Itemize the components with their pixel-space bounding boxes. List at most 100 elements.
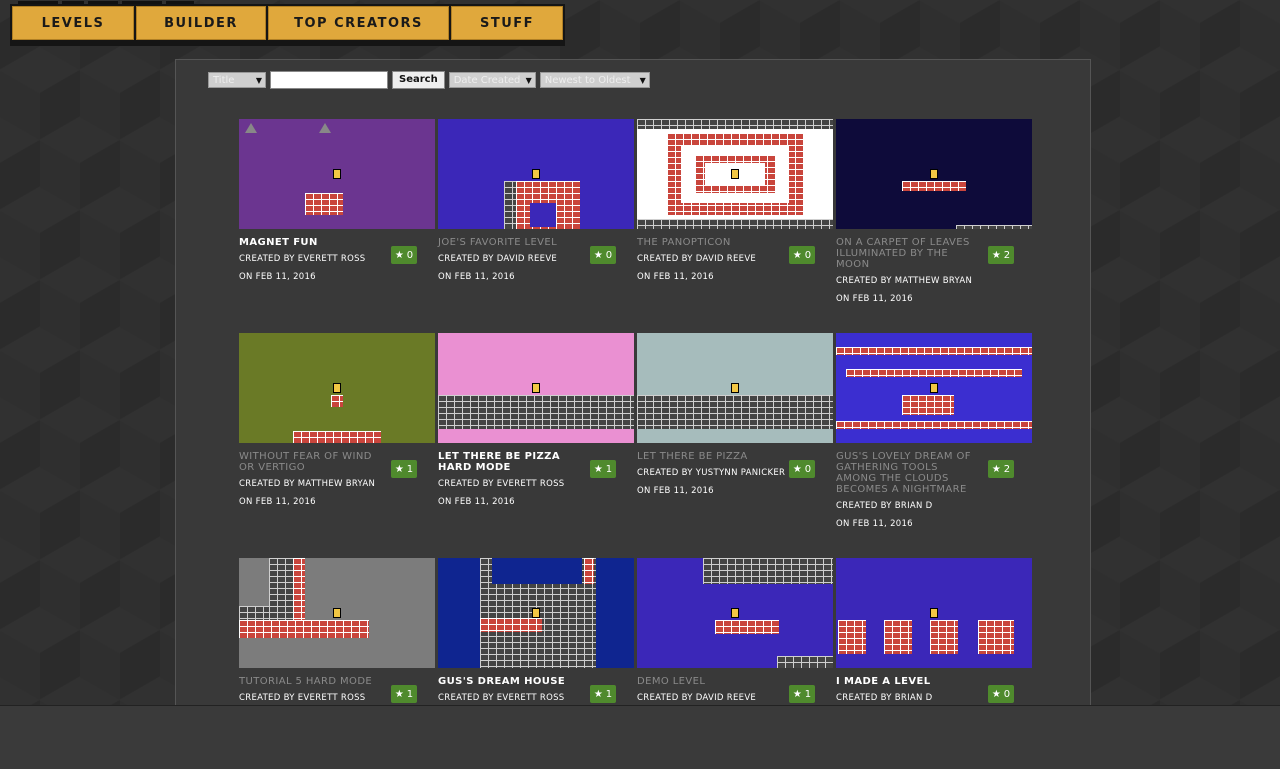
level-thumbnail[interactable] [438,558,634,668]
star-badge[interactable]: ★ 1 [590,460,616,478]
star-count: 0 [804,463,812,475]
level-card[interactable]: JOE'S FAVORITE LEVEL CREATED BY DAVID RE… [438,119,634,282]
level-card[interactable]: TUTORIAL 5 HARD MODE CREATED BY EVERETT … [239,558,435,703]
level-card[interactable]: GUS'S DREAM HOUSE CREATED BY EVERETT ROS… [438,558,634,703]
star-badge[interactable]: ★ 0 [391,246,417,264]
level-thumbnail[interactable] [836,333,1032,443]
star-badge[interactable]: ★ 0 [590,246,616,264]
star-badge[interactable]: ★ 0 [988,685,1014,703]
level-thumbnail[interactable] [239,119,435,229]
brick-block [846,369,1022,377]
stone-block [637,219,833,229]
chevron-down-icon: ▼ [639,76,646,85]
sort-by-select[interactable]: Date Created ▼ [448,72,536,88]
star-badge[interactable]: ★ 0 [789,246,815,264]
level-thumbnail[interactable] [836,119,1032,229]
stone-block [438,395,634,429]
level-thumbnail[interactable] [438,119,634,229]
level-thumbnail[interactable] [239,333,435,443]
level-date: ON FEB 11, 2016 [637,272,714,282]
stone-block [777,656,833,668]
brick-block [239,620,369,638]
stone-block [637,119,833,129]
level-title[interactable]: DEMO LEVEL [637,676,782,687]
star-badge[interactable]: ★ 1 [391,685,417,703]
level-card[interactable]: LET THERE BE PIZZA CREATED BY YUSTYNN PA… [637,333,833,496]
levels-panel: Title ▼ Search Date Created ▼ Newest to … [175,59,1091,719]
stone-block [703,558,833,584]
search-field-select[interactable]: Title ▼ [208,72,266,88]
level-creator[interactable]: CREATED BY EVERETT ROSS [438,479,634,489]
level-title[interactable]: GUS'S LOVELY DREAM OF GATHERING TOOLS AM… [836,451,981,495]
level-title[interactable]: I MADE A LEVEL [836,676,981,687]
level-title[interactable]: WITHOUT FEAR OF WIND OR VERTIGO [239,451,384,473]
nav-top-creators[interactable]: TOP CREATORS [268,6,449,40]
spike-icon [319,123,331,133]
star-count: 0 [804,249,812,261]
player-sprite [333,383,341,393]
brick-block [584,558,594,584]
brick-block [293,558,305,620]
star-badge[interactable]: ★ 1 [391,460,417,478]
nav-builder[interactable]: BUILDER [136,6,266,40]
stone-block [956,225,1032,229]
level-thumbnail[interactable] [637,119,833,229]
level-thumbnail[interactable] [239,558,435,668]
level-thumbnail[interactable] [836,558,1032,668]
stone-block [239,606,269,620]
star-icon: ★ [394,463,404,475]
brick-block [838,620,866,654]
level-card[interactable]: ON A CARPET OF LEAVES ILLUMINATED BY THE… [836,119,1032,304]
level-thumbnail[interactable] [637,333,833,443]
level-card[interactable]: GUS'S LOVELY DREAM OF GATHERING TOOLS AM… [836,333,1032,529]
player-sprite [731,383,739,393]
brick-block [480,618,542,632]
star-icon: ★ [593,463,603,475]
brick-block [715,620,779,634]
level-card[interactable]: DEMO LEVEL CREATED BY DAVID REEVE ★ 1 [637,558,833,703]
level-title[interactable]: THE PANOPTICON [637,237,782,248]
search-button[interactable]: Search [392,71,445,89]
level-card[interactable]: MAGNET FUN CREATED BY EVERETT ROSS ON FE… [239,119,435,282]
level-title[interactable]: GUS'S DREAM HOUSE [438,676,583,687]
level-date: ON FEB 11, 2016 [239,497,316,507]
star-badge[interactable]: ★ 2 [988,246,1014,264]
level-card[interactable]: I MADE A LEVEL CREATED BY BRIAN D ★ 0 [836,558,1032,703]
level-card[interactable]: LET THERE BE PIZZA HARD MODE CREATED BY … [438,333,634,507]
star-badge[interactable]: ★ 1 [590,685,616,703]
star-badge[interactable]: ★ 0 [789,460,815,478]
star-count: 0 [406,249,414,261]
level-card[interactable]: THE PANOPTICON CREATED BY DAVID REEVE ON… [637,119,833,282]
star-icon: ★ [394,249,404,261]
level-creator[interactable]: CREATED BY BRIAN D [836,501,1032,511]
footer-bar [0,705,1280,769]
brick-block [930,620,958,654]
level-title[interactable]: TUTORIAL 5 HARD MODE [239,676,384,687]
level-creator[interactable]: CREATED BY MATTHEW BRYAN [239,479,435,489]
level-title[interactable]: JOE'S FAVORITE LEVEL [438,237,583,248]
player-sprite [532,383,540,393]
spike-icon [245,123,257,133]
star-icon: ★ [792,463,802,475]
star-icon: ★ [593,249,603,261]
star-badge[interactable]: ★ 1 [789,685,815,703]
level-title[interactable]: LET THERE BE PIZZA [637,451,782,462]
sort-order-select-value: Newest to Oldest [544,75,631,86]
brick-block [836,421,1032,429]
level-thumbnail[interactable] [637,558,833,668]
stone-block [504,181,516,229]
brick-block [978,620,1014,654]
search-input[interactable] [270,71,388,89]
level-card[interactable]: WITHOUT FEAR OF WIND OR VERTIGO CREATED … [239,333,435,507]
level-thumbnail[interactable] [438,333,634,443]
level-date: ON FEB 11, 2016 [239,272,316,282]
nav-stuff[interactable]: STUFF [451,6,563,40]
level-title[interactable]: MAGNET FUN [239,237,384,248]
star-badge[interactable]: ★ 2 [988,460,1014,478]
level-creator[interactable]: CREATED BY MATTHEW BRYAN [836,276,1032,286]
nav-levels[interactable]: LEVELS [12,6,134,40]
filter-bar: Title ▼ Search Date Created ▼ Newest to … [208,71,650,89]
sort-order-select[interactable]: Newest to Oldest ▼ [539,72,650,88]
level-title[interactable]: ON A CARPET OF LEAVES ILLUMINATED BY THE… [836,237,981,270]
level-title[interactable]: LET THERE BE PIZZA HARD MODE [438,451,583,473]
